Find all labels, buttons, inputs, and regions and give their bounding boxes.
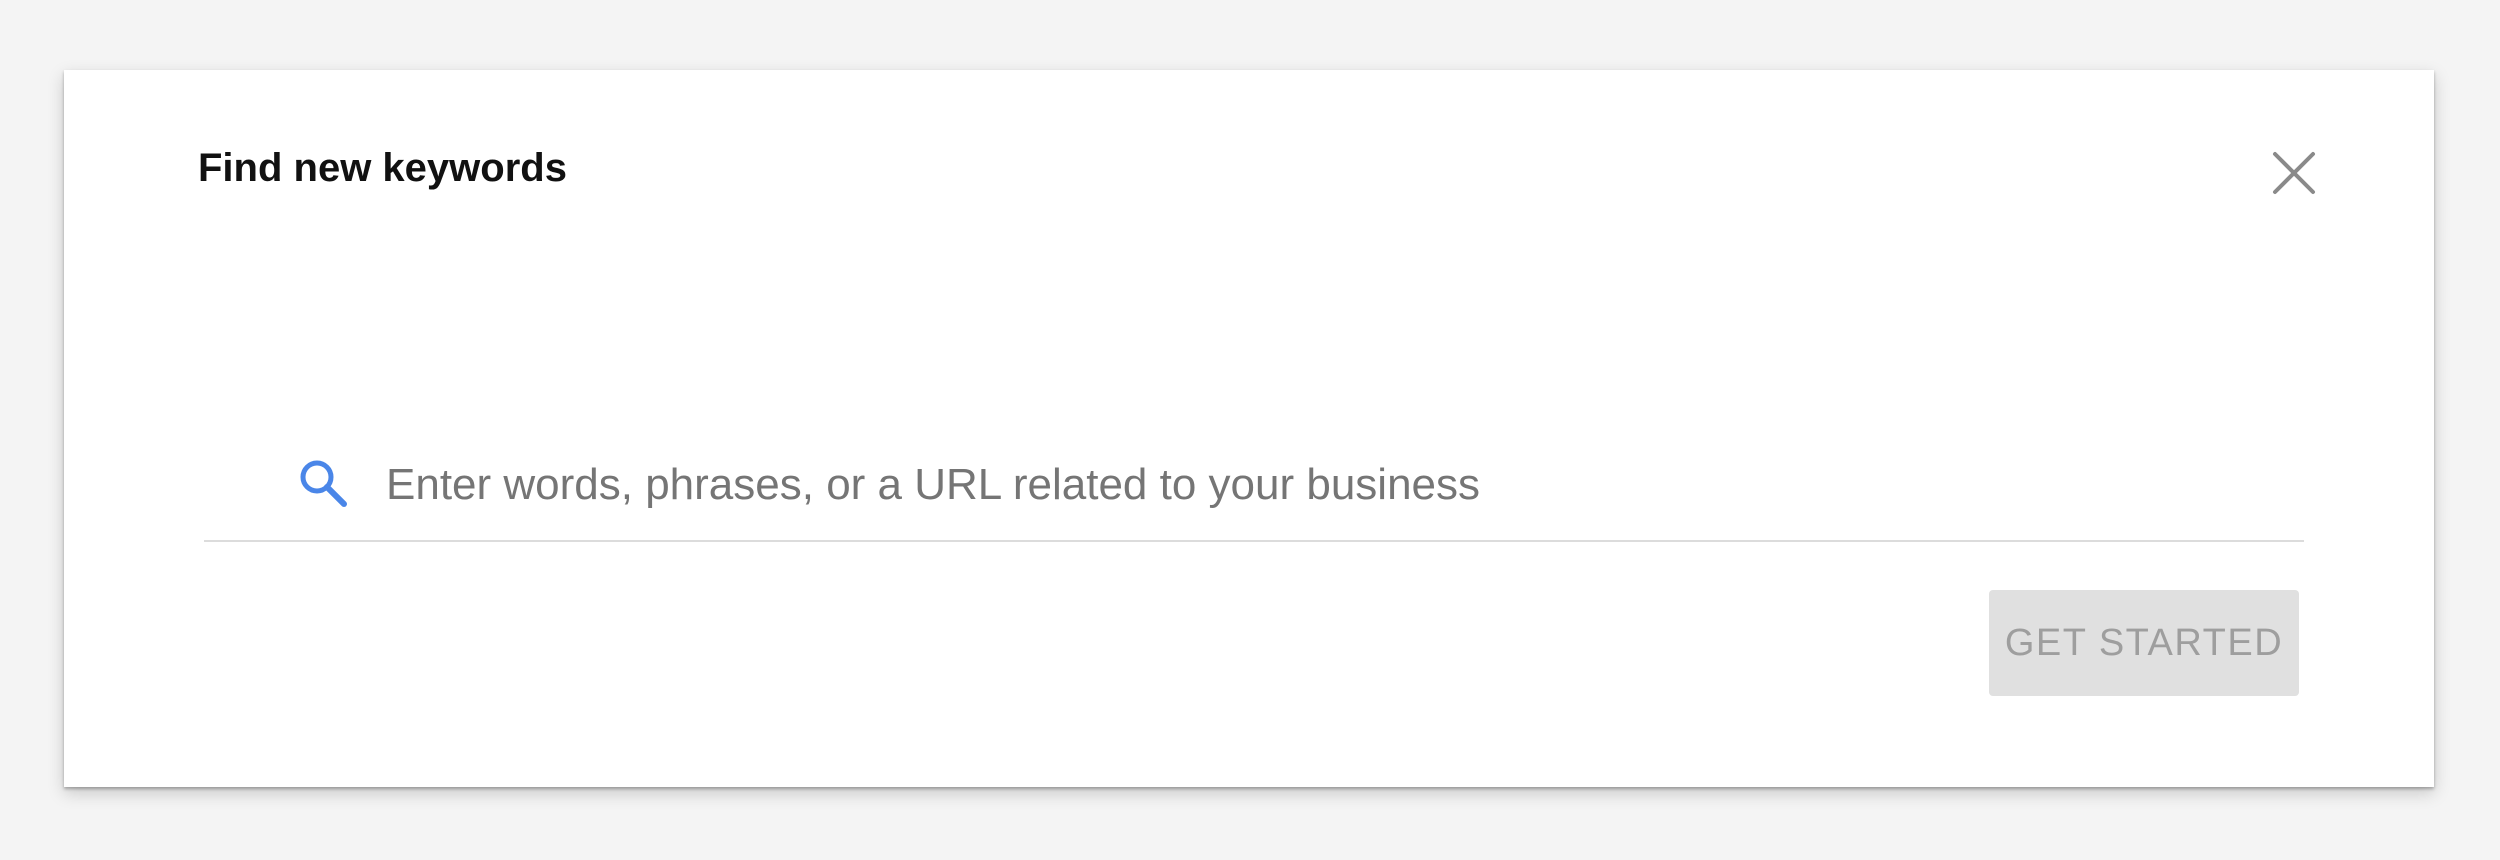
keyword-search-field — [204, 432, 2304, 542]
keyword-search-input[interactable] — [386, 450, 2266, 520]
close-icon — [2273, 152, 2315, 194]
get-started-button[interactable]: GET STARTED — [1989, 590, 2299, 696]
close-button[interactable] — [2259, 138, 2329, 208]
search-icon — [300, 460, 347, 507]
search-icon-container — [296, 456, 352, 512]
dialog-title: Find new keywords — [198, 146, 567, 190]
find-keywords-dialog: Find new keywords GET STARTED — [64, 70, 2434, 787]
